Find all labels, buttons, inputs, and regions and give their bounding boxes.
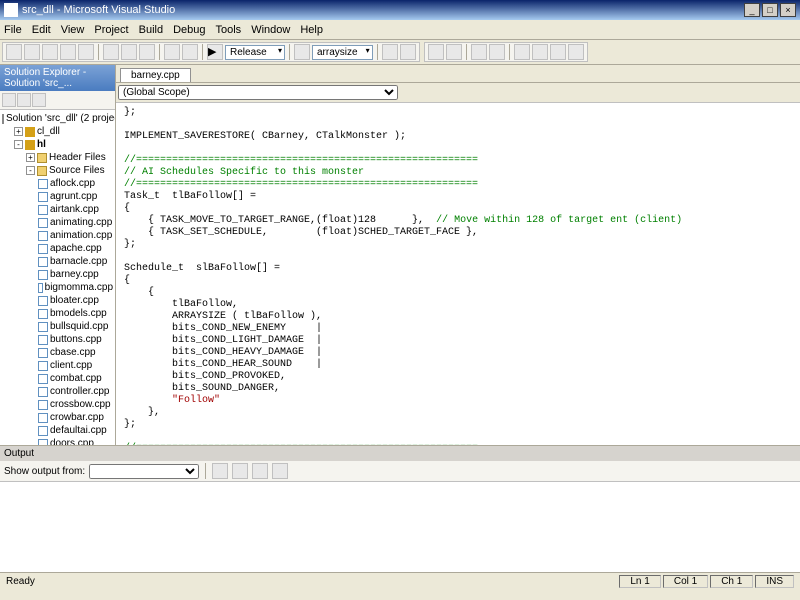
file-item[interactable]: barney.cpp: [38, 268, 113, 281]
menu-edit[interactable]: Edit: [32, 24, 51, 36]
output-body[interactable]: [0, 482, 800, 572]
status-ch: Ch 1: [710, 575, 753, 588]
file-item[interactable]: agrunt.cpp: [38, 190, 113, 203]
tab-barney-cpp[interactable]: barney.cpp: [120, 68, 191, 82]
copy-button[interactable]: [121, 44, 137, 60]
file-item[interactable]: bmodels.cpp: [38, 307, 113, 320]
save-all-button[interactable]: [78, 44, 94, 60]
menu-help[interactable]: Help: [300, 24, 323, 36]
menu-window[interactable]: Window: [251, 24, 290, 36]
status-bar: Ready Ln 1 Col 1 Ch 1 INS: [0, 572, 800, 590]
run-button[interactable]: ▶: [207, 44, 223, 60]
file-item[interactable]: bigmomma.cpp: [38, 281, 113, 294]
output-title: Output: [0, 446, 800, 461]
cut-button[interactable]: [103, 44, 119, 60]
sx-refresh-button[interactable]: [32, 93, 46, 107]
output-btn-3[interactable]: [252, 463, 268, 479]
find-button[interactable]: [294, 44, 310, 60]
status-ln: Ln 1: [619, 575, 660, 588]
output-from-dropdown[interactable]: [89, 464, 199, 479]
sx-show-all-button[interactable]: [17, 93, 31, 107]
file-item[interactable]: cbase.cpp: [38, 346, 113, 359]
solution-tree[interactable]: Solution 'src_dll' (2 projects) +cl_dll …: [0, 110, 115, 445]
status-ready: Ready: [6, 576, 35, 587]
output-panel: Output Show output from:: [0, 445, 800, 572]
file-item[interactable]: barnacle.cpp: [38, 255, 113, 268]
file-item[interactable]: crossbow.cpp: [38, 398, 113, 411]
file-item[interactable]: aflock.cpp: [38, 177, 113, 190]
output-from-label: Show output from:: [4, 466, 85, 477]
file-item[interactable]: defaultai.cpp: [38, 424, 113, 437]
clear-bookmarks-button[interactable]: [568, 44, 584, 60]
file-item[interactable]: crowbar.cpp: [38, 411, 113, 424]
add-item-button[interactable]: [24, 44, 40, 60]
prev-bookmark-button[interactable]: [550, 44, 566, 60]
menu-build[interactable]: Build: [139, 24, 163, 36]
menu-view[interactable]: View: [61, 24, 85, 36]
outdent-button[interactable]: [446, 44, 462, 60]
menu-file[interactable]: File: [4, 24, 22, 36]
bookmark-button[interactable]: [514, 44, 530, 60]
target-dropdown[interactable]: arraysize: [312, 45, 373, 60]
file-item[interactable]: bloater.cpp: [38, 294, 113, 307]
file-item[interactable]: apache.cpp: [38, 242, 113, 255]
output-btn-4[interactable]: [272, 463, 288, 479]
tb-extra-2[interactable]: [400, 44, 416, 60]
output-btn-2[interactable]: [232, 463, 248, 479]
status-ins: INS: [755, 575, 794, 588]
sx-properties-button[interactable]: [2, 93, 16, 107]
window-title: src_dll - Microsoft Visual Studio: [22, 4, 175, 16]
paste-button[interactable]: [139, 44, 155, 60]
redo-button[interactable]: [182, 44, 198, 60]
close-button[interactable]: ×: [780, 3, 796, 17]
minimize-button[interactable]: _: [744, 3, 760, 17]
title-bar: src_dll - Microsoft Visual Studio _ □ ×: [0, 0, 800, 20]
file-item[interactable]: airtank.cpp: [38, 203, 113, 216]
file-item[interactable]: combat.cpp: [38, 372, 113, 385]
tb-extra-1[interactable]: [382, 44, 398, 60]
file-item[interactable]: doors.cpp: [38, 437, 113, 445]
solution-explorer-title: Solution Explorer - Solution 'src_...: [0, 65, 115, 91]
menu-bar: File Edit View Project Build Debug Tools Window…: [0, 20, 800, 40]
file-item[interactable]: buttons.cpp: [38, 333, 113, 346]
output-btn-1[interactable]: [212, 463, 228, 479]
file-item[interactable]: animating.cpp: [38, 216, 113, 229]
code-area[interactable]: }; IMPLEMENT_SAVERESTORE( CBarney, CTalk…: [116, 103, 800, 445]
indent-button[interactable]: [428, 44, 444, 60]
comment-button[interactable]: [471, 44, 487, 60]
uncomment-button[interactable]: [489, 44, 505, 60]
editor: barney.cpp (Global Scope) }; IMPLEMENT_S…: [116, 65, 800, 445]
solution-explorer: Solution Explorer - Solution 'src_... So…: [0, 65, 116, 445]
config-dropdown[interactable]: Release: [225, 45, 285, 60]
undo-button[interactable]: [164, 44, 180, 60]
save-button[interactable]: [60, 44, 76, 60]
maximize-button[interactable]: □: [762, 3, 778, 17]
file-item[interactable]: animation.cpp: [38, 229, 113, 242]
next-bookmark-button[interactable]: [532, 44, 548, 60]
file-item[interactable]: controller.cpp: [38, 385, 113, 398]
menu-tools[interactable]: Tools: [216, 24, 242, 36]
menu-project[interactable]: Project: [94, 24, 128, 36]
file-item[interactable]: client.cpp: [38, 359, 113, 372]
file-item[interactable]: bullsquid.cpp: [38, 320, 113, 333]
toolbar-area: ▶ Release arraysize: [0, 40, 800, 65]
open-button[interactable]: [42, 44, 58, 60]
scope-dropdown[interactable]: (Global Scope): [118, 85, 398, 100]
status-col: Col 1: [663, 575, 708, 588]
app-icon: [4, 3, 18, 17]
menu-debug[interactable]: Debug: [173, 24, 205, 36]
new-project-button[interactable]: [6, 44, 22, 60]
